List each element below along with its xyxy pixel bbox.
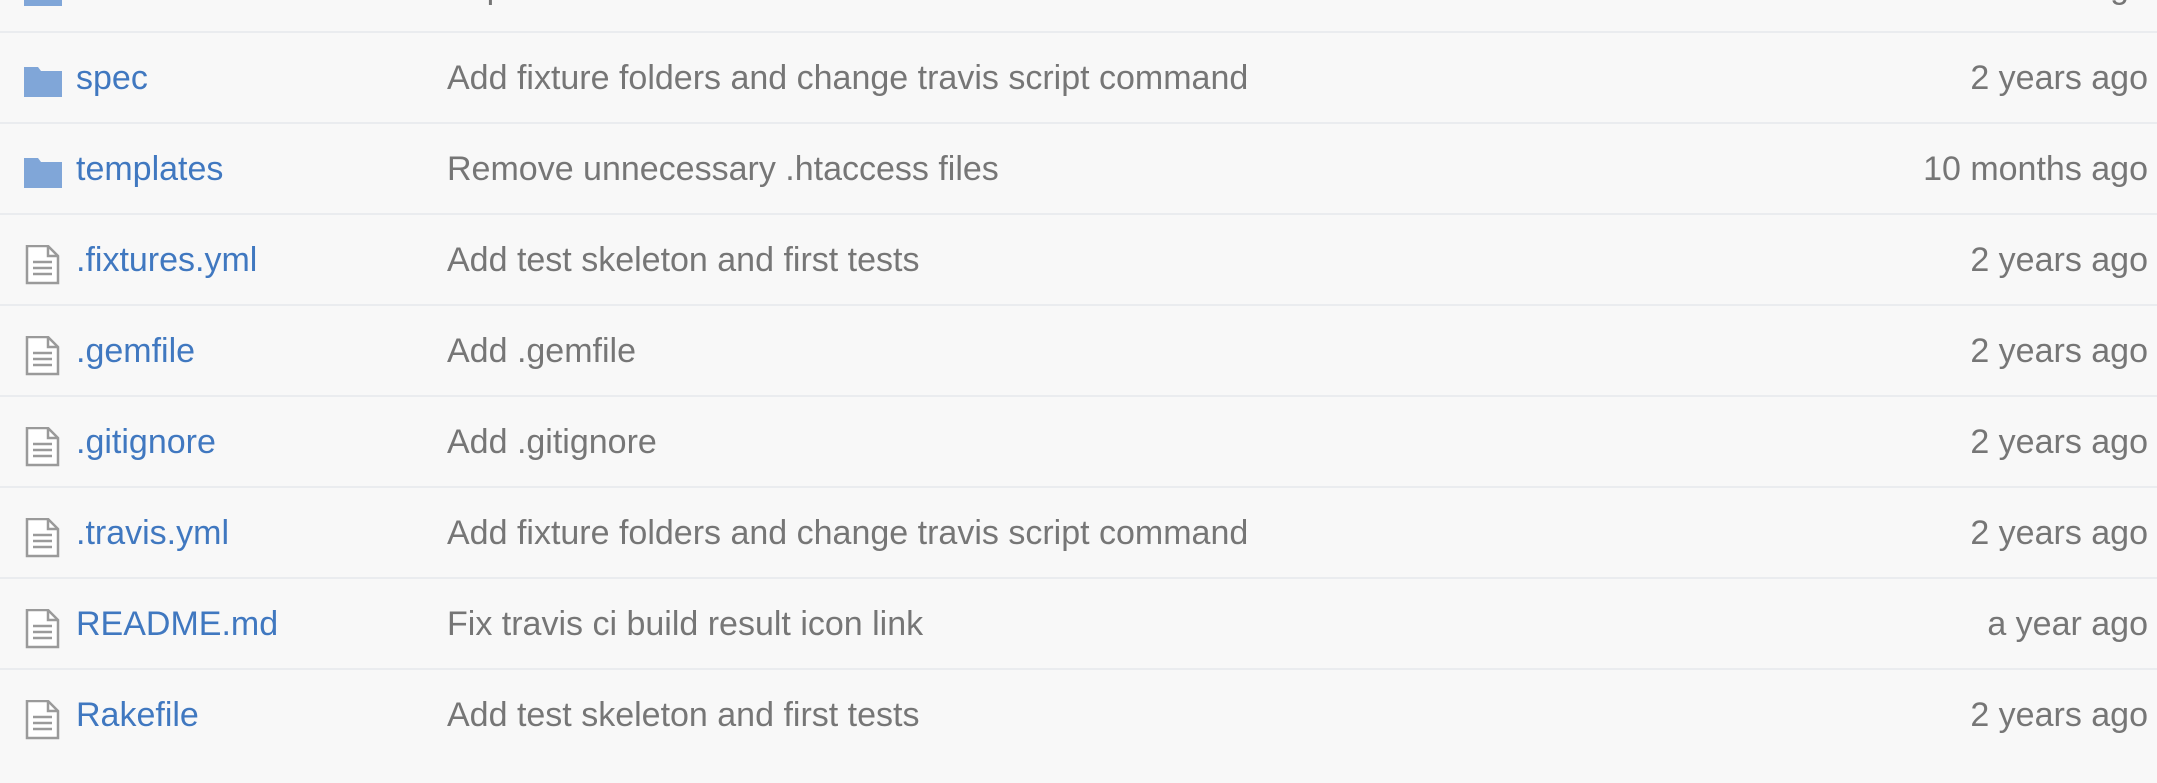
table-row: .travis.yml Add fixture folders and chan… <box>0 486 2157 577</box>
file-icon <box>24 518 64 558</box>
file-name-link[interactable]: .travis.yml <box>76 488 229 579</box>
folder-icon <box>24 0 64 12</box>
commit-message-link[interactable]: Add test skeleton and first tests <box>447 670 919 761</box>
file-name-link[interactable]: .gitignore <box>76 397 216 488</box>
commit-message-link[interactable]: Add test skeleton and first tests <box>447 215 919 306</box>
commit-age: 2 years ago <box>1970 514 2148 552</box>
commit-age: 2 years ago <box>1970 423 2148 461</box>
commit-age: 4 months ago <box>1942 0 2148 33</box>
file-table: manifests Expand unless condition for TY… <box>0 0 2157 783</box>
commit-message-link[interactable]: Expand unless condition for TYPO3v7 <box>447 0 1021 33</box>
file-name-link[interactable]: spec <box>76 33 148 124</box>
commit-age: 10 months ago <box>1923 150 2148 188</box>
commit-age: 2 years ago <box>1970 332 2148 370</box>
file-name-link[interactable]: manifests <box>76 0 222 33</box>
commit-message-link[interactable]: Add fixture folders and change travis sc… <box>447 33 1248 124</box>
table-row: templates Remove unnecessary .htaccess f… <box>0 122 2157 213</box>
file-name-link[interactable]: README.md <box>76 579 278 670</box>
file-icon <box>24 336 64 376</box>
commit-message-link[interactable]: Fix travis ci build result icon link <box>447 579 923 670</box>
commit-message-link[interactable]: Add fixture folders and change travis sc… <box>447 488 1248 579</box>
file-icon <box>24 609 64 649</box>
commit-age: 2 years ago <box>1970 59 2148 97</box>
table-row: .fixtures.yml Add test skeleton and firs… <box>0 213 2157 304</box>
file-name-link[interactable]: templates <box>76 124 223 215</box>
file-name-link[interactable]: .gemfile <box>76 306 195 397</box>
table-row: manifests Expand unless condition for TY… <box>0 0 2157 31</box>
table-row: README.md Fix travis ci build result ico… <box>0 577 2157 668</box>
commit-message-link[interactable]: Remove unnecessary .htaccess files <box>447 124 999 215</box>
file-list: manifests Expand unless condition for TY… <box>0 0 2157 759</box>
commit-message-link[interactable]: Add .gitignore <box>447 397 657 488</box>
folder-icon <box>24 63 64 103</box>
file-icon <box>24 700 64 740</box>
commit-age: a year ago <box>1987 605 2148 643</box>
commit-age: 2 years ago <box>1970 696 2148 734</box>
table-row: .gemfile Add .gemfile 2 years ago <box>0 304 2157 395</box>
file-name-link[interactable]: .fixtures.yml <box>76 215 257 306</box>
commit-age: 2 years ago <box>1970 241 2148 279</box>
commit-message-link[interactable]: Add .gemfile <box>447 306 636 397</box>
file-name-link[interactable]: Rakefile <box>76 670 199 761</box>
table-row: Rakefile Add test skeleton and first tes… <box>0 668 2157 759</box>
folder-icon <box>24 154 64 194</box>
file-icon <box>24 245 64 285</box>
file-icon <box>24 427 64 467</box>
table-row: spec Add fixture folders and change trav… <box>0 31 2157 122</box>
table-row: .gitignore Add .gitignore 2 years ago <box>0 395 2157 486</box>
